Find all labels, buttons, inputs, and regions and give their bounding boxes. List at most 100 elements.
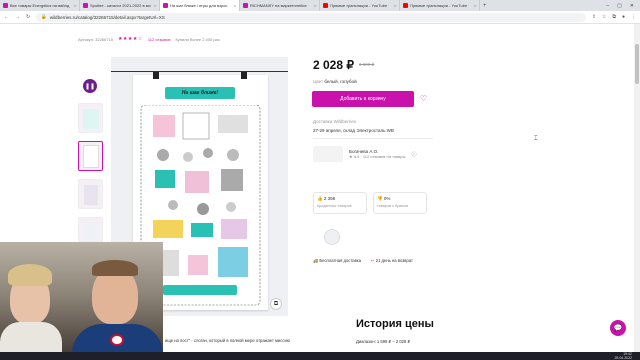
info-icon[interactable]: ⓘ	[411, 151, 416, 158]
price-range: Диапазон: 1 599 ₽ – 2 028 ₽	[356, 339, 411, 344]
color-value: белый, голубой	[324, 79, 357, 84]
reload-icon[interactable]: ↻	[26, 14, 30, 20]
thumbnail[interactable]	[78, 179, 103, 209]
features-row: 🚚 Бесплатная доставка ↩ 21 день на возвр…	[313, 258, 413, 264]
wildberries-favicon-icon	[243, 3, 248, 8]
youtube-favicon-icon	[403, 3, 408, 8]
defect-label: товаров с браком	[377, 204, 408, 208]
chat-button[interactable]: 💬	[610, 320, 626, 336]
seller-logo	[313, 146, 343, 162]
product-meta-row: Артикул: 32266715 ★★★★☆ 112 отзывов Купи…	[78, 36, 220, 42]
product-small-thumbnail[interactable]	[324, 229, 340, 245]
wildberries-favicon-icon	[163, 3, 168, 8]
browser-tab[interactable]: RICHMANSY на маркетплейсе ×	[240, 0, 320, 11]
current-price: 2 028 ₽	[313, 58, 354, 72]
hanging-wire	[111, 71, 288, 72]
tab-label: Прямые трансляции - YouTube	[330, 3, 388, 8]
seller-rating: ★ 4.4 · 112 отзывов на товары	[349, 154, 406, 159]
thumbs-up-icon: 👍	[317, 196, 323, 201]
menu-dots-icon[interactable]: ⋮	[631, 14, 636, 20]
clip	[241, 72, 247, 79]
article-number: Артикул: 32266715	[78, 36, 113, 42]
back-icon[interactable]: ←	[4, 14, 9, 20]
return-feature: ↩ 21 день на возврат	[371, 258, 413, 264]
thumbnail-list	[78, 103, 103, 255]
close-icon[interactable]: ×	[234, 3, 236, 8]
new-tab-icon[interactable]: +	[480, 3, 490, 9]
old-price: 3 600 ₽	[359, 62, 375, 67]
scrollbar-thumb[interactable]	[635, 44, 639, 84]
taskbar-clock: 19:42 25.04.2022	[614, 352, 632, 360]
clock-date: 25.04.2022	[614, 356, 632, 360]
browser-tab[interactable]: Прямые трансляции - YouTube ×	[320, 0, 400, 11]
reviews-link[interactable]: 112 отзывов	[148, 37, 171, 42]
person-left-hair	[8, 264, 52, 286]
wildberries-favicon-icon	[3, 3, 8, 8]
maximize-icon[interactable]: ▢	[617, 3, 622, 9]
tab-label: Spotlee - каталог 2021-2022 в мо	[90, 3, 151, 8]
url-text: wildberries.ru/catalog/32266715/detail.a…	[49, 14, 165, 20]
wildberries-favicon-icon	[83, 3, 88, 8]
mouse-cursor-icon: ⌶	[534, 136, 538, 142]
address-bar-row: ← → ↻ 🔒 wildberries.ru/catalog/32266715/…	[0, 11, 640, 24]
tab-label: Все товары Energetics на вайлд	[10, 3, 70, 8]
close-icon[interactable]: ×	[314, 3, 316, 8]
browser-tab[interactable]: Прямые трансляции - YouTube ×	[400, 0, 480, 11]
window-controls: – ▢ ✕	[606, 3, 640, 9]
defect-stat: 👎 0% товаров с браком	[373, 192, 427, 214]
extensions-icon[interactable]: ⧉	[612, 14, 616, 20]
free-delivery-feature: 🚚 Бесплатная доставка	[313, 258, 361, 264]
favorite-heart-icon[interactable]: ♡	[420, 94, 427, 103]
sold-stat: 👍 2 398 проданных товаров	[313, 192, 367, 214]
browser-tab[interactable]: Spotlee - каталог 2021-2022 в мо ×	[80, 0, 160, 11]
delivery-value: 27-29 апреля, склад Электросталь WB	[313, 128, 394, 133]
team-logo-icon	[110, 334, 124, 346]
return-text: 21 день на возврат	[375, 258, 413, 263]
free-delivery-text: Бесплатная доставка	[319, 258, 362, 263]
share-icon[interactable]: ⇪	[592, 14, 596, 20]
sold-label: проданных товаров	[317, 204, 352, 208]
close-icon[interactable]: ×	[154, 3, 156, 8]
url-field[interactable]: 🔒 wildberries.ru/catalog/32266715/detail…	[36, 12, 586, 22]
thumbnail[interactable]	[78, 103, 103, 133]
close-icon[interactable]: ×	[74, 3, 76, 8]
thumbs-down-icon: 👎	[377, 196, 383, 201]
price-history-title: История цены	[356, 318, 434, 330]
thumbnail-selected[interactable]	[78, 141, 103, 171]
person-right-hair	[92, 260, 138, 276]
seller-stats: 👍 2 398 проданных товаров 👎 0% товаров с…	[313, 192, 427, 214]
rating-stars: ★★★★☆	[117, 36, 143, 42]
tab-label: Прямые трансляции - YouTube	[410, 3, 468, 8]
pause-video-button[interactable]: ❚❚	[83, 79, 97, 93]
scrollbar[interactable]	[634, 24, 640, 360]
close-window-icon[interactable]: ✕	[630, 3, 634, 9]
delivery-info: Доставка Wildberries 27-29 апреля, склад…	[313, 117, 394, 135]
browser-tab-active[interactable]: На шаг ближе / игры для взрос ×	[160, 0, 240, 11]
bookmark-star-icon[interactable]: ☆	[602, 14, 606, 20]
close-icon[interactable]: ×	[394, 3, 396, 8]
minimize-icon[interactable]: –	[606, 3, 609, 9]
browser-tab[interactable]: Все товары Energetics на вайлд ×	[0, 0, 80, 11]
defect-value: 0%	[383, 196, 391, 201]
bought-count: Купили более 2 400 раз	[175, 36, 220, 42]
clip	[153, 72, 159, 79]
tab-label: На шаг ближе / игры для взрос	[170, 3, 228, 8]
color-row: Цвет белый, голубой	[313, 79, 357, 84]
sold-value: 2 398	[323, 196, 336, 201]
seller-block[interactable]: Богачева А.О. ★ 4.4 · 112 отзывов на тов…	[313, 146, 417, 162]
close-icon[interactable]: ×	[474, 3, 476, 8]
webcam-overlay	[0, 242, 163, 360]
lock-icon: 🔒	[41, 14, 47, 19]
add-to-cart-button[interactable]: Добавить в корзину	[312, 91, 414, 107]
forward-icon[interactable]: →	[15, 14, 20, 20]
divider	[313, 138, 433, 139]
youtube-favicon-icon	[323, 3, 328, 8]
poster-banner: На шаг ближе!	[165, 87, 235, 99]
profile-icon[interactable]: ●	[622, 14, 625, 20]
color-label: Цвет	[313, 79, 324, 84]
taskbar	[0, 352, 640, 360]
zoom-icon[interactable]: ⧉	[270, 298, 282, 310]
delivery-label: Доставка Wildberries	[313, 119, 357, 124]
tab-label: RICHMANSY на маркетплейсе	[250, 3, 307, 8]
browser-tab-bar: Все товары Energetics на вайлд × Spotlee …	[0, 0, 640, 11]
